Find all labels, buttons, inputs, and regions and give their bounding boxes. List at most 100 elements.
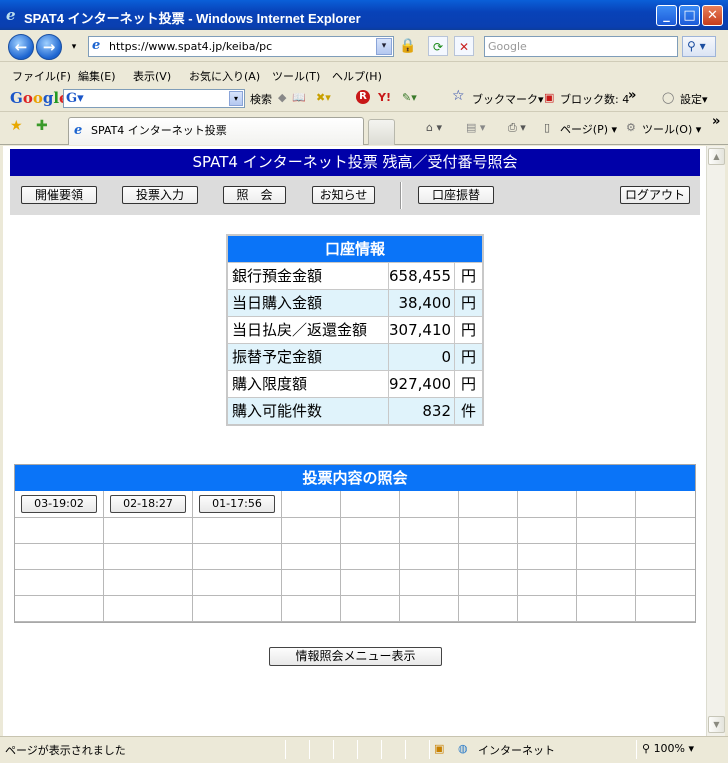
address-input[interactable]: e https://www.spat4.jp/keiba/pc ▾ [88,36,394,57]
stop-icon[interactable]: ✕ [454,36,474,56]
search-input[interactable]: Google [484,36,678,57]
history-receipt-button[interactable]: 02-18:27 [110,495,186,513]
refresh-icon[interactable]: ⟳ [428,36,448,56]
account-row: 購入限度額 927,400 円 [228,370,482,397]
add-favorites-icon[interactable]: ✚ [36,118,48,134]
history-cell: 02-18:27 [104,491,193,518]
guide-button[interactable]: 開催要領 [21,186,97,204]
account-row: 銀行預金金額 658,455 円 [228,262,482,289]
notice-button[interactable]: お知らせ [312,186,375,204]
history-cell [193,518,282,544]
nav-separator [400,182,402,209]
history-cell [400,518,459,544]
google-g-icon: G▾ [66,91,84,106]
history-cell [400,596,459,622]
toolbar-puzzle-icon[interactable]: ✎▾ [402,91,417,104]
ie-logo-icon: e [6,6,16,24]
close-button[interactable]: ✕ [702,5,723,26]
vertical-scrollbar[interactable]: ▲ ▼ [706,146,725,736]
window-title-bar: e SPAT4 インターネット投票 - Windows Internet Exp… [0,0,728,30]
menu-tools[interactable]: ツール(T) [272,68,320,84]
history-cell [341,596,400,622]
tab-more-button[interactable]: » [712,114,720,129]
yahoo-icon[interactable]: Y! [378,91,391,104]
scroll-up-icon[interactable]: ▲ [708,148,725,165]
blocked-content-icon[interactable]: ▣ [434,742,444,755]
home-icon[interactable]: ⌂ ▾ [426,121,442,134]
print-icon[interactable]: ⎙ ▾ [508,121,526,135]
history-receipt-button[interactable]: 01-17:56 [199,495,275,513]
history-cell [282,544,341,570]
history-cell [400,544,459,570]
feeds-icon[interactable]: ▤ ▾ [466,121,485,134]
account-row-value: 0 [388,344,454,370]
account-row-unit: 円 [454,290,482,316]
history-cell [577,570,636,596]
account-row-unit: 件 [454,398,482,424]
address-toolbar: ← → ▾ e https://www.spat4.jp/keiba/pc ▾ … [0,30,728,62]
history-dropdown-icon[interactable]: ▾ [64,37,84,57]
history-cell [577,544,636,570]
history-cell: 01-17:56 [193,491,282,518]
address-dropdown-icon[interactable]: ▾ [376,38,392,55]
favorites-star-icon[interactable]: ★ [10,118,23,134]
history-cell [518,544,577,570]
history-cell [459,491,518,518]
tab-active[interactable]: e SPAT4 インターネット投票 [68,117,364,145]
google-search-dropdown-icon[interactable]: ▾ [229,91,243,106]
zoom-level[interactable]: ⚲ 100% ▾ [642,742,694,755]
internet-zone-icon: ◍ [458,742,468,755]
menu-file[interactable]: ファイル(F) [12,68,71,84]
account-row-value: 307,410 [388,317,454,343]
menu-view[interactable]: 表示(V) [133,68,171,84]
scroll-down-icon[interactable]: ▼ [708,716,725,733]
bookmarks-button[interactable]: ブックマーク▾ [472,91,544,107]
forward-button[interactable]: → [36,34,62,60]
page-menu-button[interactable]: ページ(P) ▾ [560,121,617,137]
logout-button[interactable]: ログアウト [620,186,690,204]
minimize-button[interactable]: _ [656,5,677,26]
history-cell [577,491,636,518]
maximize-button[interactable]: □ [679,5,700,26]
google-search-input[interactable]: G▾ ▾ [63,89,245,108]
history-receipt-button[interactable]: 03-19:02 [21,495,97,513]
menu-help[interactable]: ヘルプ(H) [332,68,382,84]
tools-menu-button[interactable]: ツール(O) ▾ [642,121,701,137]
account-row-label: 銀行預金金額 [232,267,323,285]
history-cell [341,544,400,570]
back-button[interactable]: ← [8,34,34,60]
lock-icon[interactable]: 🔒 [398,36,418,56]
toolbar-more-button[interactable]: » [628,88,636,103]
search-button[interactable]: ⚲ ▾ [682,36,716,57]
page-content: SPAT4 インターネット投票 残高／受付番号照会 開催要領 投票入力 照 会 … [3,146,706,736]
account-info-title: 口座情報 [228,236,482,262]
account-row-unit: 円 [454,317,482,343]
toolbar-rank-icon[interactable]: ✖▾ [316,91,331,104]
tab-page-icon: e [74,123,83,138]
menu-favorites[interactable]: お気に入り(A) [189,68,260,84]
info-menu-button[interactable]: 情報照会メニュー表示 [269,647,442,666]
inquiry-button[interactable]: 照 会 [223,186,286,204]
history-cell [282,518,341,544]
history-cell [459,544,518,570]
status-text: ページが表示されました [5,744,126,757]
settings-button[interactable]: 設定▾ [680,91,708,107]
history-cell [577,596,636,622]
menu-edit[interactable]: 編集(E) [78,68,116,84]
vote-input-button[interactable]: 投票入力 [122,186,198,204]
search-icon: ⚲ [687,39,696,53]
history-cell [15,570,104,596]
account-row-value: 38,400 [388,290,454,316]
account-row-unit: 円 [454,263,482,289]
rakuten-icon[interactable]: R [356,90,370,104]
account-transfer-button[interactable]: 口座振替 [418,186,494,204]
toolbar-addon-icon[interactable]: 📖 [292,91,306,104]
popup-blocked-count[interactable]: ブロック数: 4 [560,91,629,107]
back-arrow-icon: ← [14,38,28,56]
history-cell [104,596,193,622]
history-cell [518,518,577,544]
history-cell [15,596,104,622]
new-tab-button[interactable] [368,119,395,145]
history-cell [341,570,400,596]
google-search-button[interactable]: 検索 [250,91,272,107]
